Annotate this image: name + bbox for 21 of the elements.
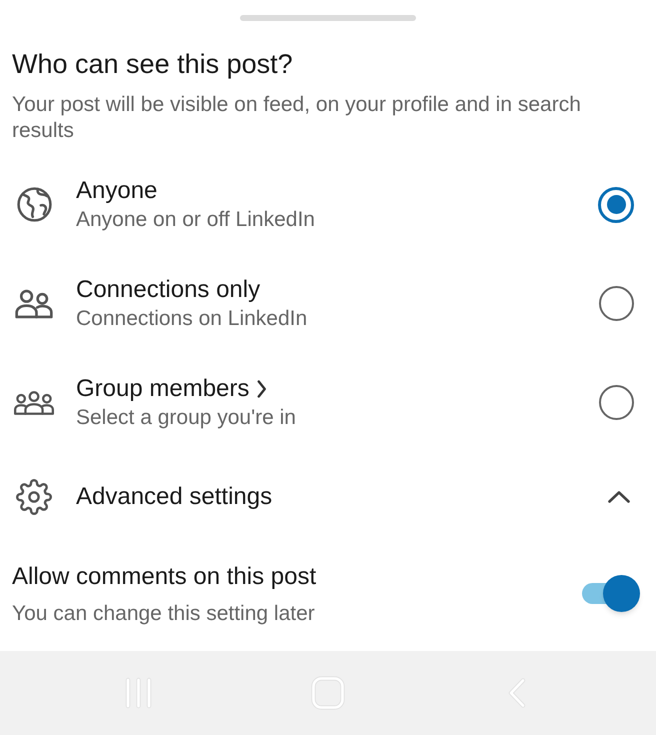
comments-setting-description: You can change this setting later	[12, 601, 316, 627]
drag-handle[interactable]	[240, 15, 416, 21]
globe-icon	[16, 187, 52, 222]
option-description: Anyone on or off LinkedIn	[76, 206, 316, 232]
radio-button[interactable]	[599, 286, 634, 321]
radio-button[interactable]	[599, 385, 634, 420]
option-label: Group members	[76, 374, 250, 404]
advanced-settings-toggle[interactable]: Advanced settings	[76, 482, 608, 512]
sheet-title: Who can see this post?	[12, 48, 294, 81]
radio-button[interactable]	[598, 186, 634, 222]
caret-up-icon[interactable]	[608, 491, 630, 503]
option-description: Connections on LinkedIn	[76, 306, 308, 332]
chevron-right-icon[interactable]	[257, 380, 268, 398]
toggle-switch[interactable]	[582, 575, 640, 612]
people-icon	[15, 286, 53, 320]
sheet-subtitle: Your post will be visible on feed, on your profile and in search results	[12, 92, 582, 144]
option-label: Anyone	[76, 176, 158, 206]
option-description: Select a group you're in	[76, 404, 297, 430]
gear-icon	[16, 479, 52, 515]
option-label: Connections only	[76, 274, 260, 304]
comments-setting-label: Allow comments on this post	[12, 563, 318, 591]
